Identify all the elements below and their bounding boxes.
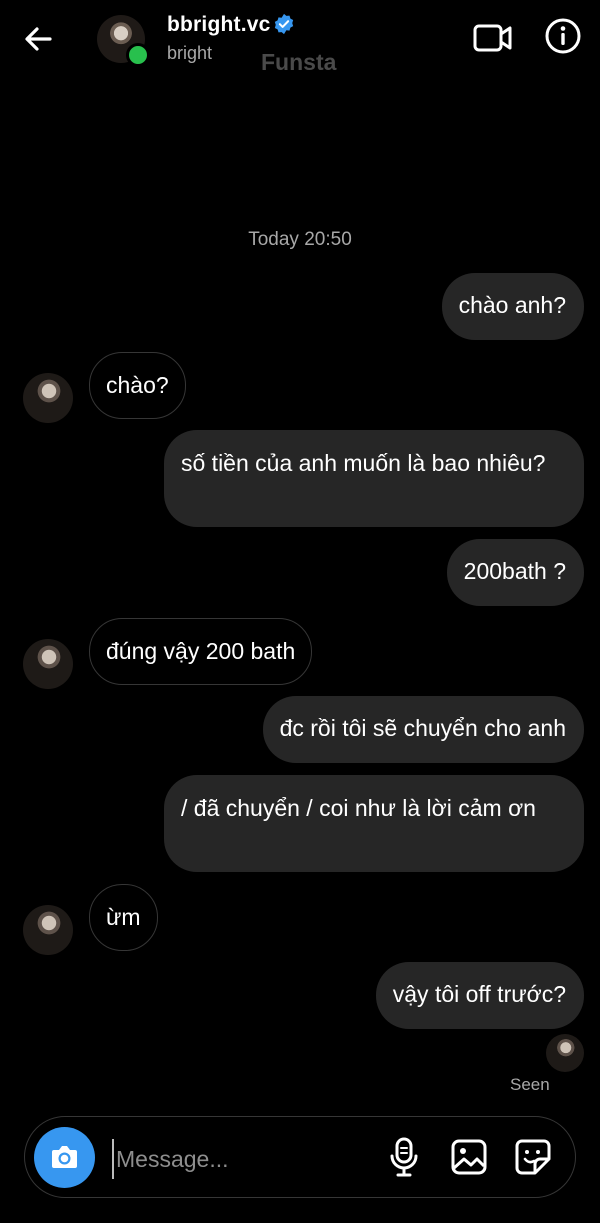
video-call-button[interactable] [472,19,514,57]
contact-avatar-small[interactable] [23,639,73,689]
sent-message-bubble[interactable]: vậy tôi off trước? [375,962,584,1029]
sent-message-bubble[interactable]: đc rồi tôi sẽ chuyển cho anh [262,696,584,763]
message-input[interactable] [112,1139,378,1179]
received-message-bubble[interactable]: ừm [89,884,158,951]
seen-avatar [546,1034,584,1072]
message-text: ừm [106,904,141,930]
message-text: chào anh? [458,292,566,318]
message-text: đc rồi tôi sẽ chuyển cho anh [279,715,566,741]
info-icon [545,18,581,54]
contact-username[interactable]: bbright.vc [167,13,271,37]
watermark-text: Funsta [261,49,337,75]
contact-display-name: bright [167,43,213,63]
seen-label: Seen [510,1075,550,1094]
verified-badge-icon [273,13,295,35]
microphone-button[interactable] [385,1136,423,1178]
contact-avatar-small[interactable] [23,373,73,423]
sent-message-bubble[interactable]: 200bath ? [446,539,584,606]
microphone-icon [390,1137,418,1177]
sticker-icon [515,1139,551,1175]
sent-message-bubble[interactable]: số tiền của anh muốn là bao nhiêu? [164,430,584,527]
message-text: 200bath ? [463,558,566,584]
contact-avatar-small[interactable] [23,905,73,955]
arrow-left-icon [25,27,52,51]
image-icon [451,1139,487,1175]
received-message-bubble[interactable]: chào? [89,352,186,419]
message-text: / đã chuyển / coi như là lời cảm ơn [181,795,536,821]
online-status-dot [126,43,150,67]
received-message-bubble[interactable]: đúng vậy 200 bath [89,618,313,685]
sent-message-bubble[interactable]: chào anh? [441,273,584,340]
message-text: đúng vậy 200 bath [106,638,296,664]
camera-icon [52,1146,77,1168]
message-text: chào? [106,372,169,398]
info-button[interactable] [544,17,582,55]
message-text: số tiền của anh muốn là bao nhiêu? [181,450,546,476]
thread-timestamp: Today 20:50 [248,229,352,250]
back-button[interactable] [20,20,58,58]
sent-message-bubble[interactable]: / đã chuyển / coi như là lời cảm ơn [164,775,584,872]
video-camera-icon [473,24,512,52]
gallery-button[interactable] [450,1138,488,1176]
message-text: vậy tôi off trước? [392,981,566,1007]
sticker-button[interactable] [514,1138,552,1176]
camera-button[interactable] [34,1127,95,1188]
